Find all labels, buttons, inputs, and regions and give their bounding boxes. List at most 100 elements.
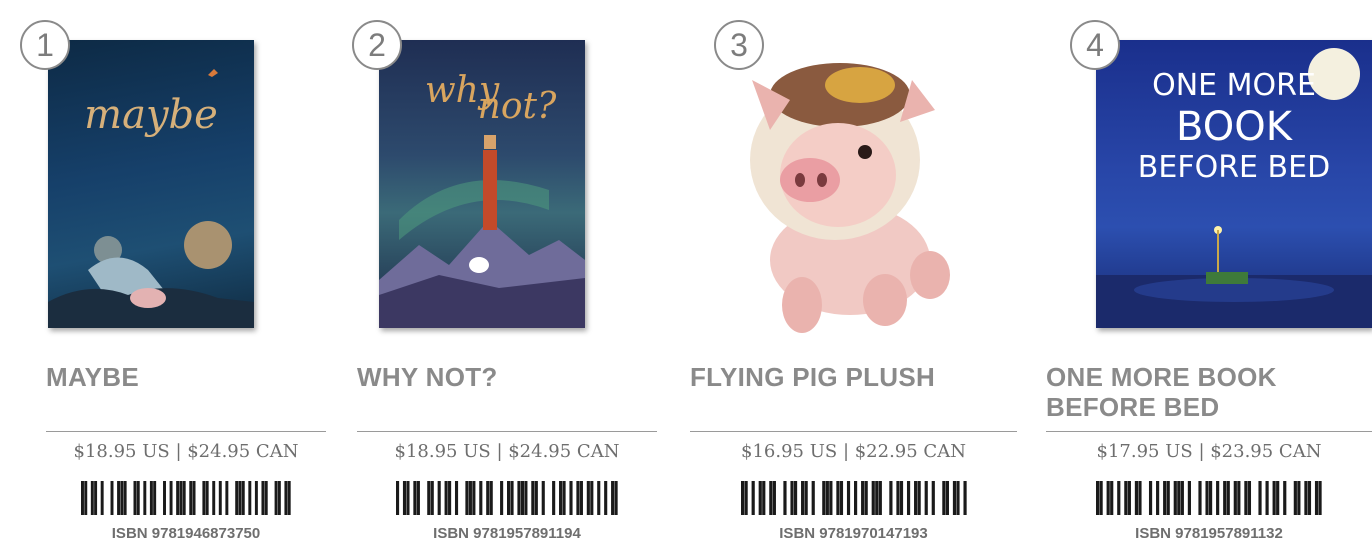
barcode-bar bbox=[218, 481, 222, 515]
barcode-bar bbox=[143, 481, 147, 515]
barcode-bar bbox=[611, 481, 615, 515]
barcode-bar bbox=[225, 481, 229, 515]
cover-title: maybe bbox=[84, 92, 218, 138]
barcode-bar bbox=[81, 481, 84, 515]
barcode-bar bbox=[1099, 481, 1103, 515]
barcode-bar bbox=[789, 481, 794, 515]
product-title-line-1: MAYBE bbox=[46, 362, 140, 392]
barcode-bar bbox=[945, 481, 949, 515]
barcode-bar bbox=[261, 481, 265, 515]
barcode-bar bbox=[1117, 481, 1121, 515]
product-title-line-1: WHY NOT? bbox=[357, 362, 498, 392]
barcode-bar bbox=[1304, 481, 1308, 515]
barcode-bar bbox=[517, 481, 521, 515]
barcode-bar bbox=[835, 481, 840, 515]
barcode-bar bbox=[569, 481, 573, 515]
barcode-bar bbox=[402, 481, 407, 515]
barcode-bar bbox=[212, 481, 216, 515]
book-cover-maybe[interactable]: maybe bbox=[48, 40, 254, 328]
barcode-bar bbox=[772, 481, 776, 515]
barcode-bar bbox=[768, 481, 772, 515]
barcode-bar bbox=[1163, 481, 1167, 515]
barcode-bar bbox=[430, 481, 434, 515]
product-isbn: ISBN 9781946873750 bbox=[111, 525, 261, 542]
barcode-bar bbox=[486, 481, 490, 515]
barcode-bar bbox=[597, 481, 601, 515]
product-price: $18.95 US | $24.95 CAN bbox=[73, 441, 299, 462]
barcode-bar bbox=[1307, 481, 1312, 515]
plush-image[interactable] bbox=[730, 40, 960, 340]
divider bbox=[1046, 431, 1372, 432]
product-number-badge: 2 bbox=[352, 20, 402, 70]
divider bbox=[46, 431, 326, 432]
barcode-bar bbox=[284, 481, 288, 515]
product-isbn: ISBN 9781957891132 bbox=[1135, 525, 1283, 542]
barcode-bar bbox=[1187, 481, 1191, 515]
barcode-bar bbox=[274, 481, 278, 515]
barcode-bar bbox=[524, 481, 528, 515]
barcode-bar bbox=[559, 481, 563, 515]
barcode-bar bbox=[562, 481, 566, 515]
barcode-bar bbox=[579, 481, 583, 515]
barcode-bar bbox=[287, 481, 291, 515]
barcode-bar bbox=[952, 481, 956, 515]
book-cover-why-not[interactable]: why not? bbox=[379, 40, 585, 328]
barcode-bar bbox=[1276, 481, 1280, 515]
barcode-bar bbox=[758, 481, 762, 515]
barcode-bar bbox=[136, 481, 140, 515]
book-cover-one-more-book[interactable]: ONE MORE BOOK BEFORE BED bbox=[1096, 40, 1372, 328]
barcode-bar bbox=[793, 481, 797, 515]
barcode-bar bbox=[448, 481, 452, 515]
product-price: $18.95 US | $24.95 CAN bbox=[394, 441, 620, 462]
barcode bbox=[81, 481, 291, 515]
barcode-bar bbox=[176, 481, 180, 515]
barcode-bar bbox=[205, 481, 209, 515]
barcode-bar bbox=[277, 481, 281, 515]
barcode-bar bbox=[100, 481, 104, 515]
barcode-bar bbox=[1180, 481, 1184, 515]
barcode-bar bbox=[614, 481, 618, 515]
barcode-bar bbox=[413, 481, 417, 515]
barcode-bar bbox=[906, 481, 910, 515]
barcode-bar bbox=[864, 481, 868, 515]
barcode-bar bbox=[468, 481, 472, 515]
barcode-bar bbox=[1223, 481, 1227, 515]
product-title[interactable]: MAYBE bbox=[46, 362, 326, 392]
barcode-bar bbox=[1297, 481, 1301, 515]
barcode-bar bbox=[576, 481, 580, 515]
barcode-bar bbox=[1265, 481, 1269, 515]
barcode-bar bbox=[924, 481, 928, 515]
barcode-bar bbox=[1314, 481, 1319, 515]
barcode-bar bbox=[1198, 481, 1202, 515]
barcode-bar bbox=[94, 481, 98, 515]
barcode-bar bbox=[531, 481, 535, 515]
barcode bbox=[396, 481, 618, 515]
flying-pig-plush-image bbox=[750, 63, 950, 333]
barcode bbox=[740, 481, 967, 515]
barcode-bar bbox=[740, 481, 744, 515]
barcode-bar bbox=[427, 481, 431, 515]
product-title[interactable]: FLYING PIG PLUSH bbox=[690, 362, 1017, 392]
barcode-bar bbox=[1205, 481, 1209, 515]
product-title[interactable]: ONE MORE BOOK BEFORE BED bbox=[1046, 362, 1372, 422]
barcode-bar bbox=[895, 481, 900, 515]
barcode-bar bbox=[1134, 481, 1139, 515]
product-price: $16.95 US | $22.95 CAN bbox=[741, 441, 966, 462]
barcode-bar bbox=[406, 481, 410, 515]
barcode-bar bbox=[179, 481, 183, 515]
cover-title-line-3: BEFORE BED bbox=[1137, 150, 1331, 185]
cover-title-line-2: not? bbox=[477, 86, 557, 127]
barcode-bar bbox=[1272, 481, 1276, 515]
barcode-bar bbox=[117, 481, 121, 515]
barcode-bar bbox=[1173, 481, 1177, 515]
barcode-bar bbox=[744, 481, 748, 515]
barcode-bar bbox=[1283, 481, 1287, 515]
product-title[interactable]: WHY NOT? bbox=[357, 362, 657, 392]
barcode-bar bbox=[189, 481, 193, 515]
barcode-bar bbox=[444, 481, 448, 515]
barcode-bar bbox=[133, 481, 137, 515]
barcode-bar bbox=[248, 481, 252, 515]
barcode-bar bbox=[90, 481, 94, 515]
barcode-bar bbox=[804, 481, 808, 515]
barcode-bar bbox=[800, 481, 804, 515]
